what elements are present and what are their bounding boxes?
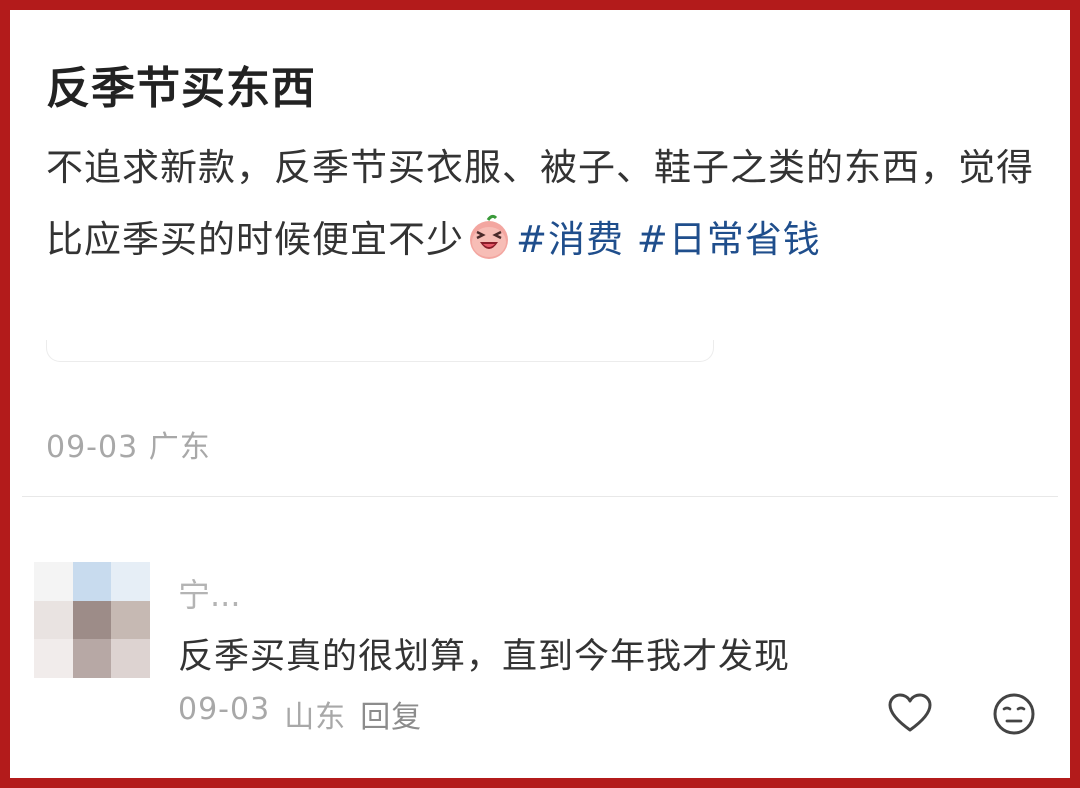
post-date: 09-03: [46, 430, 139, 465]
post-body: 不追求新款，反季节买衣服、被子、鞋子之类的东西，觉得比应季买的时候便宜不少 #消…: [46, 132, 1046, 276]
laughing-emoji-icon: [470, 214, 508, 259]
link-card-edge: [46, 340, 714, 362]
hashtag-xiaofei[interactable]: #消费: [516, 218, 624, 261]
screenshot-frame: 反季节买东西 不追求新款，反季节买衣服、被子、鞋子之类的东西，觉得比应季买的时候…: [0, 0, 1080, 788]
hashtag-richang-shengqian[interactable]: #日常省钱: [637, 218, 821, 261]
comment-text: 反季买真的很划算，直到今年我才发现: [178, 637, 791, 677]
meh-face-icon[interactable]: [990, 690, 1038, 738]
comment-date: 09-03: [178, 692, 271, 727]
commenter-name[interactable]: 宁...: [178, 570, 241, 616]
reply-button[interactable]: 回复: [360, 692, 422, 736]
post-meta: 09-03 广东: [46, 422, 211, 466]
heart-icon[interactable]: [886, 690, 934, 738]
comment-location: 山东: [284, 700, 347, 735]
post-location: 广东: [148, 430, 211, 465]
post-title: 反季节买东西: [46, 63, 316, 114]
divider: [22, 496, 1058, 497]
avatar[interactable]: [34, 562, 150, 678]
comment-meta: 09-03 山东 回复: [178, 692, 422, 736]
